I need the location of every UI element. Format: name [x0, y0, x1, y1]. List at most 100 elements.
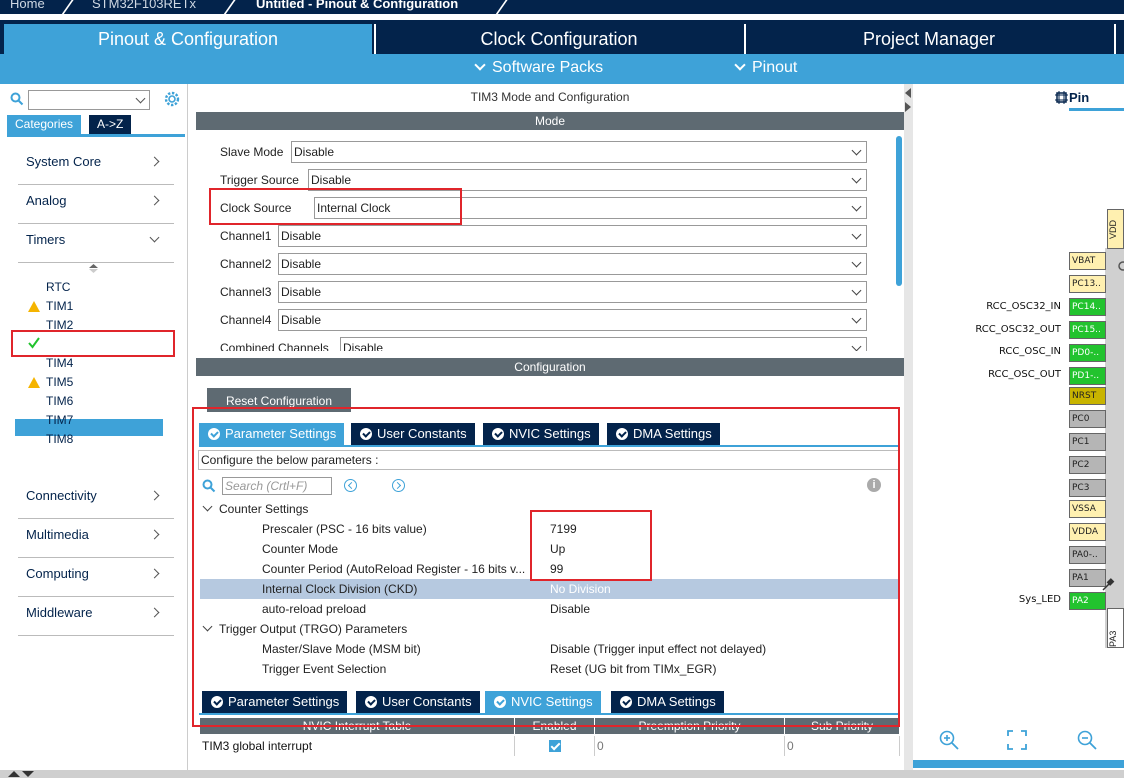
- breadcrumb: Home STM32F103RETx Untitled - Pinout & C…: [0, 0, 1124, 14]
- configuration-header: Configuration: [196, 358, 904, 376]
- warning-icon: [28, 377, 40, 388]
- category-timers[interactable]: Timers: [18, 224, 174, 263]
- peripheral-tim7[interactable]: TIM7: [46, 413, 73, 427]
- zoom-out-icon[interactable]: [1077, 730, 1097, 750]
- sort-icon[interactable]: [89, 264, 98, 273]
- pin-pa3[interactable]: PA3: [1107, 608, 1124, 648]
- pin-label-pa2: Sys_LED: [1018, 594, 1061, 605]
- mode-row-clip: Combined Channels Disable: [196, 337, 896, 351]
- pin-pc14[interactable]: PC14..: [1069, 298, 1106, 316]
- channel2-select[interactable]: Disable: [278, 253, 867, 275]
- panel-title: TIM3 Mode and Configuration: [470, 90, 630, 104]
- pin-pc1[interactable]: PC1: [1069, 433, 1106, 451]
- breadcrumb-home[interactable]: Home: [10, 0, 45, 11]
- peripheral-tim5[interactable]: TIM5: [46, 375, 73, 389]
- highlight-box: [192, 407, 900, 727]
- mode-scrollbar[interactable]: [896, 136, 902, 286]
- highlight-box: [209, 188, 462, 225]
- category-search: [8, 88, 184, 110]
- chevron-down-icon: [851, 341, 862, 351]
- category-label: System Core: [26, 154, 102, 169]
- tab-clock-configuration[interactable]: Clock Configuration: [374, 24, 742, 54]
- pinout-view: Pin VDD VBAT PC13.. PC14.. PC15.. PD0-..…: [913, 84, 1124, 770]
- chevron-right-icon: [149, 490, 160, 501]
- breadcrumb-chip[interactable]: STM32F103RETx: [92, 0, 196, 11]
- category-tabs: Categories A->Z: [7, 115, 185, 137]
- chevron-down-icon[interactable]: [135, 93, 146, 104]
- category-middleware[interactable]: Middleware: [18, 597, 174, 636]
- category-system-core[interactable]: System Core: [18, 146, 174, 185]
- category-label: Middleware: [26, 605, 93, 620]
- pin-pa2[interactable]: PA2: [1069, 592, 1106, 610]
- enabled-checkbox[interactable]: [549, 740, 561, 752]
- pin-pd1[interactable]: PD1-..: [1069, 367, 1106, 385]
- selected-highlight: [15, 419, 163, 436]
- category-label: Multimedia: [26, 527, 89, 542]
- chevron-right-icon: [149, 607, 160, 618]
- table-row[interactable]: TIM3 global interrupt 0 0: [200, 736, 900, 756]
- category-search-input[interactable]: [28, 90, 150, 110]
- pin-pd0[interactable]: PD0-..: [1069, 344, 1106, 362]
- mode-label: Combined Channels: [220, 341, 329, 351]
- pinout-tab[interactable]: Pin: [1069, 90, 1124, 111]
- sub-priority[interactable]: 0: [785, 736, 900, 756]
- categories-panel: Categories A->Z System Core Analog Timer…: [0, 84, 188, 770]
- chevron-down-icon: [851, 257, 862, 268]
- pin-vdd[interactable]: VDD: [1107, 209, 1124, 249]
- peripheral-rtc[interactable]: RTC: [46, 280, 70, 294]
- software-packs-menu[interactable]: Software Packs: [474, 59, 603, 77]
- tab-categories[interactable]: Categories: [7, 115, 82, 134]
- pin-pa0[interactable]: PA0-..: [1069, 546, 1106, 564]
- zoom-in-icon[interactable]: [939, 730, 959, 750]
- channel1-select[interactable]: Disable: [278, 225, 867, 247]
- slave-mode-select[interactable]: Disable: [291, 141, 867, 163]
- gear-icon[interactable]: [163, 90, 181, 108]
- collapse-right-icon[interactable]: [905, 102, 911, 112]
- pin-nrst[interactable]: NRST: [1069, 387, 1106, 405]
- combined-channels-select[interactable]: Disable: [340, 337, 867, 351]
- pin-vssa[interactable]: VSSA: [1069, 500, 1106, 518]
- pinout-menu[interactable]: Pinout: [734, 59, 797, 77]
- pin-vbat[interactable]: VBAT: [1069, 252, 1106, 270]
- channel4-select[interactable]: Disable: [278, 309, 867, 331]
- search-icon[interactable]: [10, 92, 24, 106]
- peripheral-tim1[interactable]: TIM1: [46, 299, 73, 313]
- pin-pc2[interactable]: PC2: [1069, 456, 1106, 474]
- peripheral-tim6[interactable]: TIM6: [46, 394, 73, 408]
- category-connectivity[interactable]: Connectivity: [18, 480, 174, 519]
- pin-pc3[interactable]: PC3: [1069, 479, 1106, 497]
- collapse-left-icon[interactable]: [905, 88, 911, 98]
- status-strip: [0, 770, 1124, 778]
- channel3-select[interactable]: Disable: [278, 281, 867, 303]
- mode-configuration-panel: TIM3 Mode and Configuration Mode Slave M…: [192, 84, 904, 770]
- pinout-scrollbar[interactable]: [913, 760, 1124, 768]
- fit-to-screen-icon[interactable]: [1007, 730, 1027, 750]
- chevron-down-icon: [851, 285, 862, 296]
- peripheral-tim8[interactable]: TIM8: [46, 432, 73, 446]
- pin-pc13[interactable]: PC13..: [1069, 275, 1106, 293]
- category-computing[interactable]: Computing: [18, 558, 174, 597]
- peripheral-tim4[interactable]: TIM4: [46, 356, 73, 370]
- panel-splitter[interactable]: [904, 84, 913, 770]
- preemption-priority[interactable]: 0: [595, 736, 785, 756]
- pin-vdda[interactable]: VDDA: [1069, 523, 1106, 541]
- category-multimedia[interactable]: Multimedia: [18, 519, 174, 558]
- category-analog[interactable]: Analog: [18, 185, 174, 224]
- mode-label: Channel2: [220, 257, 272, 271]
- category-label: Computing: [26, 566, 89, 581]
- sub-tabs: Software Packs Pinout: [0, 54, 1124, 84]
- breadcrumb-project[interactable]: Untitled - Pinout & Configuration: [256, 0, 458, 11]
- tab-pinout-configuration[interactable]: Pinout & Configuration: [4, 24, 372, 54]
- expand-panel-icon[interactable]: [8, 770, 34, 778]
- pin-pc0[interactable]: PC0: [1069, 410, 1106, 428]
- pin-pc15[interactable]: PC15..: [1069, 321, 1106, 339]
- pin-label-pc15: RCC_OSC32_OUT: [975, 324, 1061, 335]
- mode-label: Channel1: [220, 229, 272, 243]
- tab-project-manager[interactable]: Project Manager: [744, 24, 1112, 54]
- tab-a-z[interactable]: A->Z: [89, 115, 132, 134]
- chevron-down-icon: [851, 313, 862, 324]
- warning-icon: [28, 301, 40, 312]
- category-list: System Core Analog Timers: [18, 146, 174, 263]
- chevron-down-icon: [851, 173, 862, 184]
- chevron-down-icon: [851, 145, 862, 156]
